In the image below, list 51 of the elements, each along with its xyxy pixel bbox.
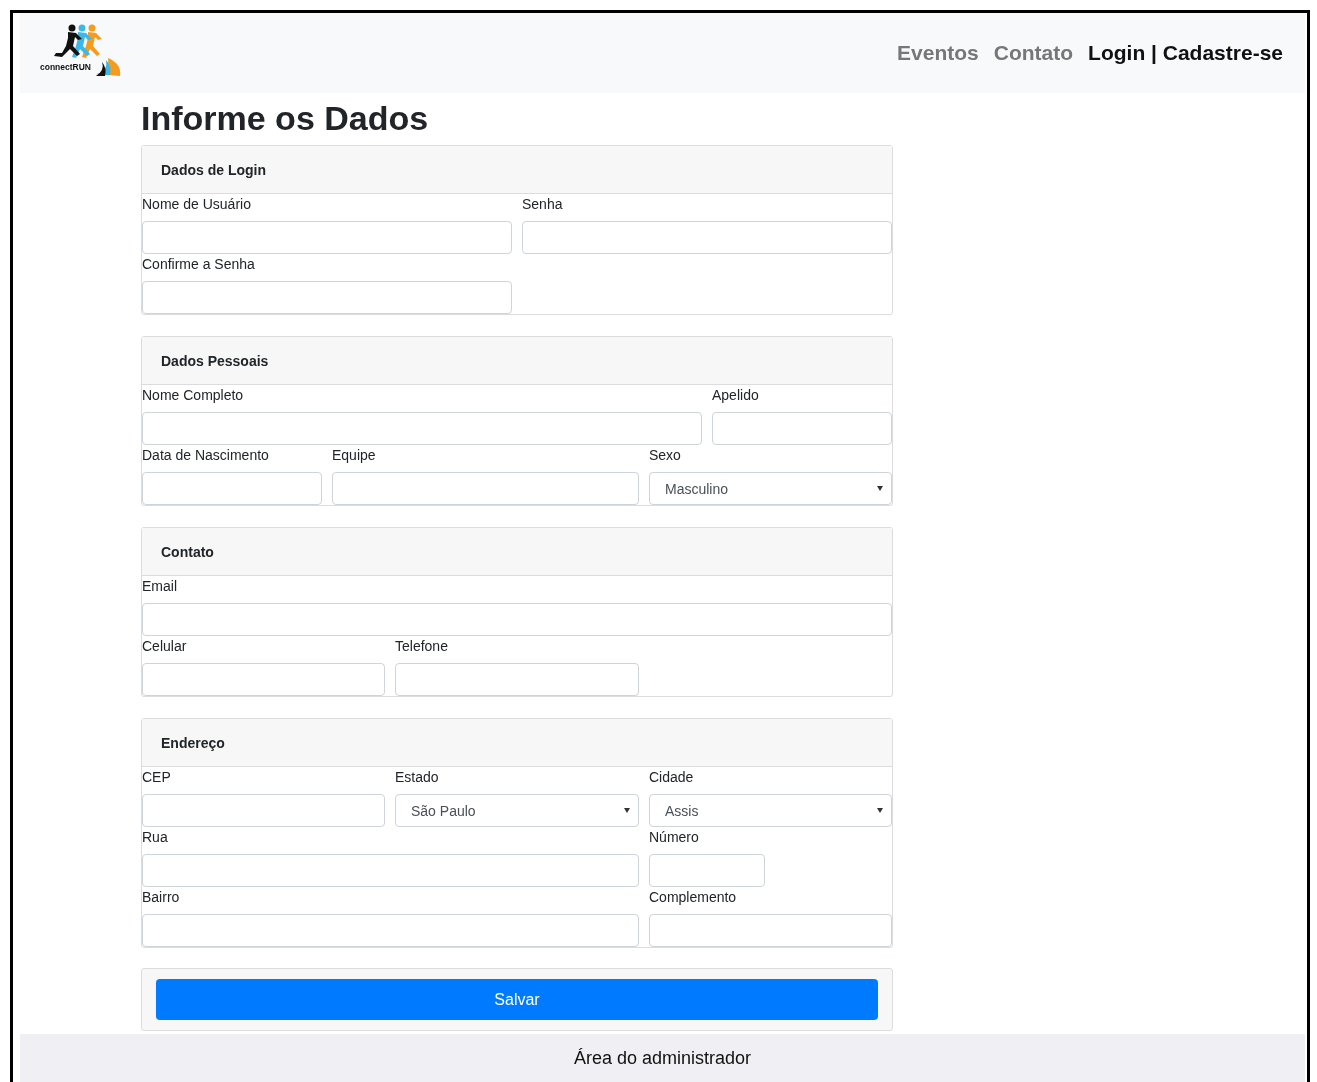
input-field[interactable]	[395, 663, 639, 696]
nav-link[interactable]: Eventos	[897, 41, 979, 65]
brand-name: connectRUN	[40, 62, 91, 72]
field-label: Data de Nascimento	[142, 446, 270, 465]
input-field[interactable]	[522, 221, 892, 254]
input-field[interactable]	[142, 412, 702, 445]
input-field[interactable]	[142, 794, 385, 827]
card-header: Contato	[142, 528, 892, 576]
input-field[interactable]	[332, 472, 639, 505]
save-button[interactable]: Salvar	[156, 979, 878, 1020]
input-field[interactable]	[649, 914, 892, 947]
input-field[interactable]	[142, 221, 512, 254]
input-field[interactable]	[142, 281, 512, 314]
input-field[interactable]	[142, 472, 322, 505]
select-field[interactable]: Masculino	[649, 472, 892, 505]
field-label: Número	[649, 828, 700, 847]
field-label: Cidade	[649, 768, 695, 787]
input-field[interactable]	[142, 854, 639, 887]
admin-area-link[interactable]: Área do administrador	[573, 1047, 752, 1069]
track-swoosh-icon	[96, 58, 122, 76]
card-header: Dados Pessoais	[142, 337, 892, 385]
caret-icon	[877, 486, 883, 491]
select-field[interactable]: São Paulo	[395, 794, 639, 827]
select-field[interactable]: Assis	[649, 794, 892, 827]
card-header: Dados de Login	[142, 146, 892, 194]
field-label: Equipe	[332, 446, 377, 465]
field-label: Telefone	[395, 637, 449, 656]
caret-icon	[877, 808, 883, 813]
input-field[interactable]	[142, 663, 385, 696]
field-label: Complemento	[649, 888, 738, 907]
field-label: Apelido	[712, 386, 760, 405]
input-field[interactable]	[142, 603, 892, 636]
nav-link[interactable]: Contato	[993, 41, 1074, 65]
field-label: CEP	[142, 768, 172, 787]
field-label: Celular	[142, 637, 188, 656]
field-label: Estado	[395, 768, 440, 787]
field-label: Sexo	[649, 446, 682, 465]
field-label: Email	[142, 577, 178, 596]
input-field[interactable]	[649, 854, 765, 887]
field-label: Rua	[142, 828, 169, 847]
field-label: Bairro	[142, 888, 181, 907]
field-label: Senha	[522, 195, 564, 214]
field-label: Nome Completo	[142, 386, 245, 405]
page-title: Informe os Dados	[141, 98, 429, 139]
caret-icon	[624, 808, 630, 813]
input-field[interactable]	[712, 412, 892, 445]
nav-link[interactable]: Login | Cadastre-se	[1088, 41, 1283, 65]
input-field[interactable]	[142, 914, 639, 947]
field-label: Confirme a Senha	[142, 255, 256, 274]
field-label: Nome de Usuário	[142, 195, 252, 214]
card-header: Endereço	[142, 719, 892, 767]
